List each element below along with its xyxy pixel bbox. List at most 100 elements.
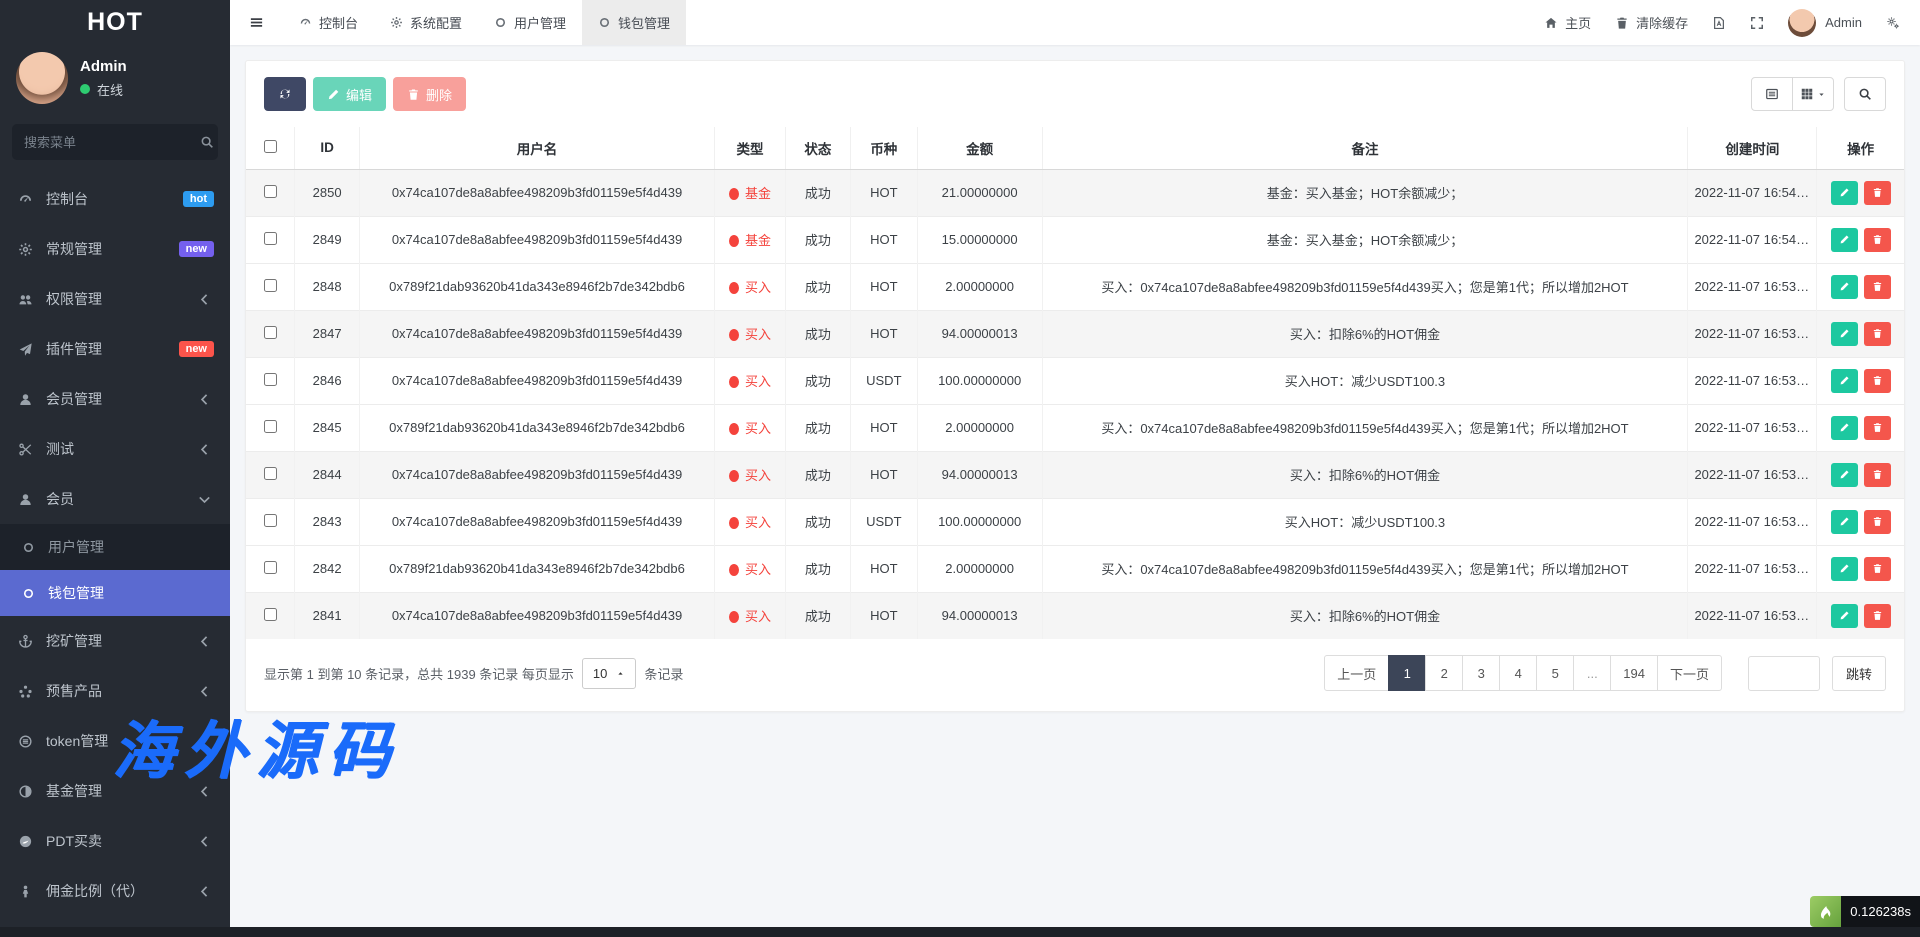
row-checkbox[interactable] — [264, 232, 277, 245]
home-link[interactable]: 主页 — [1544, 13, 1591, 32]
fullscreen-button[interactable] — [1750, 16, 1764, 30]
hamburger-menu-icon[interactable] — [230, 0, 283, 45]
row-delete-button[interactable] — [1864, 275, 1891, 299]
row-delete-button[interactable] — [1864, 322, 1891, 346]
sidebar-item-6[interactable]: 会员 — [0, 474, 230, 524]
cell-amount: 94.00000013 — [917, 451, 1042, 498]
sidebar-item-11[interactable]: PDT买卖 — [0, 816, 230, 866]
cell-coin: HOT — [850, 451, 917, 498]
language-button[interactable] — [1712, 16, 1726, 30]
tab-3[interactable]: 钱包管理 — [582, 0, 686, 45]
edit-button[interactable]: 编辑 — [313, 77, 386, 111]
row-checkbox[interactable] — [264, 326, 277, 339]
table-row[interactable]: 28460x74ca107de8a8abfee498209b3fd01159e5… — [246, 357, 1904, 404]
tab-2[interactable]: 用户管理 — [478, 0, 582, 45]
table-row[interactable]: 28420x789f21dab93620b41da343e8946f2b7de3… — [246, 545, 1904, 592]
row-edit-button[interactable] — [1831, 557, 1858, 581]
row-edit-button[interactable] — [1831, 510, 1858, 534]
row-checkbox[interactable] — [264, 514, 277, 527]
sidebar-item-3[interactable]: 插件管理new — [0, 324, 230, 374]
table-row[interactable]: 28480x789f21dab93620b41da343e8946f2b7de3… — [246, 263, 1904, 310]
sidebar-subitem-6-1[interactable]: 钱包管理 — [0, 570, 230, 616]
row-delete-button[interactable] — [1864, 228, 1891, 252]
clear-cache-label: 清除缓存 — [1636, 13, 1688, 32]
pdt-icon — [16, 834, 35, 849]
topbar-user-menu[interactable]: Admin — [1788, 9, 1862, 37]
table-row[interactable]: 28470x74ca107de8a8abfee498209b3fd01159e5… — [246, 310, 1904, 357]
row-checkbox[interactable] — [264, 561, 277, 574]
page-jump-button[interactable]: 跳转 — [1832, 656, 1886, 691]
settings-button[interactable] — [1886, 16, 1900, 30]
page-number-1[interactable]: 1 — [1388, 655, 1426, 691]
table-row[interactable]: 28430x74ca107de8a8abfee498209b3fd01159e5… — [246, 498, 1904, 545]
wallet-card: 编辑 删除 ID用户名类型状态币种金额备注创建时间操作28500x74ca107… — [245, 60, 1905, 712]
sidebar-item-0[interactable]: 控制台hot — [0, 174, 230, 224]
sidebar-item-2[interactable]: 权限管理 — [0, 274, 230, 324]
sidebar-item-8[interactable]: 预售产品 — [0, 666, 230, 716]
row-edit-button[interactable] — [1831, 463, 1858, 487]
columns-button[interactable] — [1792, 77, 1834, 111]
row-delete-button[interactable] — [1864, 463, 1891, 487]
row-edit-button[interactable] — [1831, 275, 1858, 299]
row-checkbox[interactable] — [264, 373, 277, 386]
page-prev-button[interactable]: 上一页 — [1324, 655, 1389, 691]
row-edit-button[interactable] — [1831, 228, 1858, 252]
sidebar-item-5[interactable]: 测试 — [0, 424, 230, 474]
row-delete-button[interactable] — [1864, 557, 1891, 581]
debug-bar[interactable] — [0, 927, 1920, 937]
page-size-select[interactable]: 10 — [582, 658, 636, 689]
page-number-4[interactable]: 4 — [1499, 655, 1537, 691]
debug-flame-icon[interactable] — [1810, 896, 1841, 927]
sidebar-item-4[interactable]: 会员管理 — [0, 374, 230, 424]
row-delete-button[interactable] — [1864, 181, 1891, 205]
row-delete-button[interactable] — [1864, 510, 1891, 534]
sidebar-subitem-6-0[interactable]: 用户管理 — [0, 524, 230, 570]
page-number-2[interactable]: 2 — [1425, 655, 1463, 691]
row-delete-button[interactable] — [1864, 604, 1891, 628]
toggle-view-button[interactable] — [1751, 77, 1793, 111]
delete-button[interactable]: 删除 — [393, 77, 466, 111]
page-number-194[interactable]: 194 — [1610, 655, 1658, 691]
sidebar-item-label: 权限管理 — [46, 289, 184, 309]
cell-coin: HOT — [850, 545, 917, 592]
row-edit-button[interactable] — [1831, 369, 1858, 393]
row-checkbox[interactable] — [264, 608, 277, 621]
row-checkbox[interactable] — [264, 420, 277, 433]
row-checkbox[interactable] — [264, 467, 277, 480]
table-row[interactable]: 28490x74ca107de8a8abfee498209b3fd01159e5… — [246, 216, 1904, 263]
tab-0[interactable]: 控制台 — [283, 0, 374, 45]
row-edit-button[interactable] — [1831, 322, 1858, 346]
select-all-checkbox[interactable] — [264, 140, 277, 153]
trash-icon — [1872, 610, 1883, 621]
avatar[interactable] — [16, 52, 68, 104]
row-edit-button[interactable] — [1831, 416, 1858, 440]
refresh-button[interactable] — [264, 77, 306, 111]
sidebar-item-10[interactable]: 基金管理 — [0, 766, 230, 816]
page-next-button[interactable]: 下一页 — [1657, 655, 1722, 691]
table-row[interactable]: 28500x74ca107de8a8abfee498209b3fd01159e5… — [246, 169, 1904, 216]
menu-search-input[interactable] — [24, 135, 200, 150]
clear-cache-link[interactable]: 清除缓存 — [1615, 13, 1688, 32]
tab-1[interactable]: 系统配置 — [374, 0, 478, 45]
cell-amount: 21.00000000 — [917, 169, 1042, 216]
scissors-icon — [16, 442, 35, 457]
page-number-5[interactable]: 5 — [1536, 655, 1574, 691]
table-row[interactable]: 28440x74ca107de8a8abfee498209b3fd01159e5… — [246, 451, 1904, 498]
table-row[interactable]: 28410x74ca107de8a8abfee498209b3fd01159e5… — [246, 592, 1904, 639]
page-number-3[interactable]: 3 — [1462, 655, 1500, 691]
table-row[interactable]: 28450x789f21dab93620b41da343e8946f2b7de3… — [246, 404, 1904, 451]
row-edit-button[interactable] — [1831, 604, 1858, 628]
table-search-button[interactable] — [1844, 77, 1886, 111]
sidebar-item-7[interactable]: 挖矿管理 — [0, 616, 230, 666]
sidebar-item-12[interactable]: 佣金比例（代） — [0, 866, 230, 916]
row-edit-button[interactable] — [1831, 181, 1858, 205]
cell-actions — [1817, 451, 1904, 498]
sidebar-item-9[interactable]: token管理 — [0, 716, 230, 766]
row-delete-button[interactable] — [1864, 369, 1891, 393]
sidebar-item-1[interactable]: 常规管理new — [0, 224, 230, 274]
row-checkbox[interactable] — [264, 279, 277, 292]
page-jump-input[interactable] — [1748, 656, 1820, 691]
translate-icon — [1712, 16, 1726, 30]
row-delete-button[interactable] — [1864, 416, 1891, 440]
row-checkbox[interactable] — [264, 185, 277, 198]
